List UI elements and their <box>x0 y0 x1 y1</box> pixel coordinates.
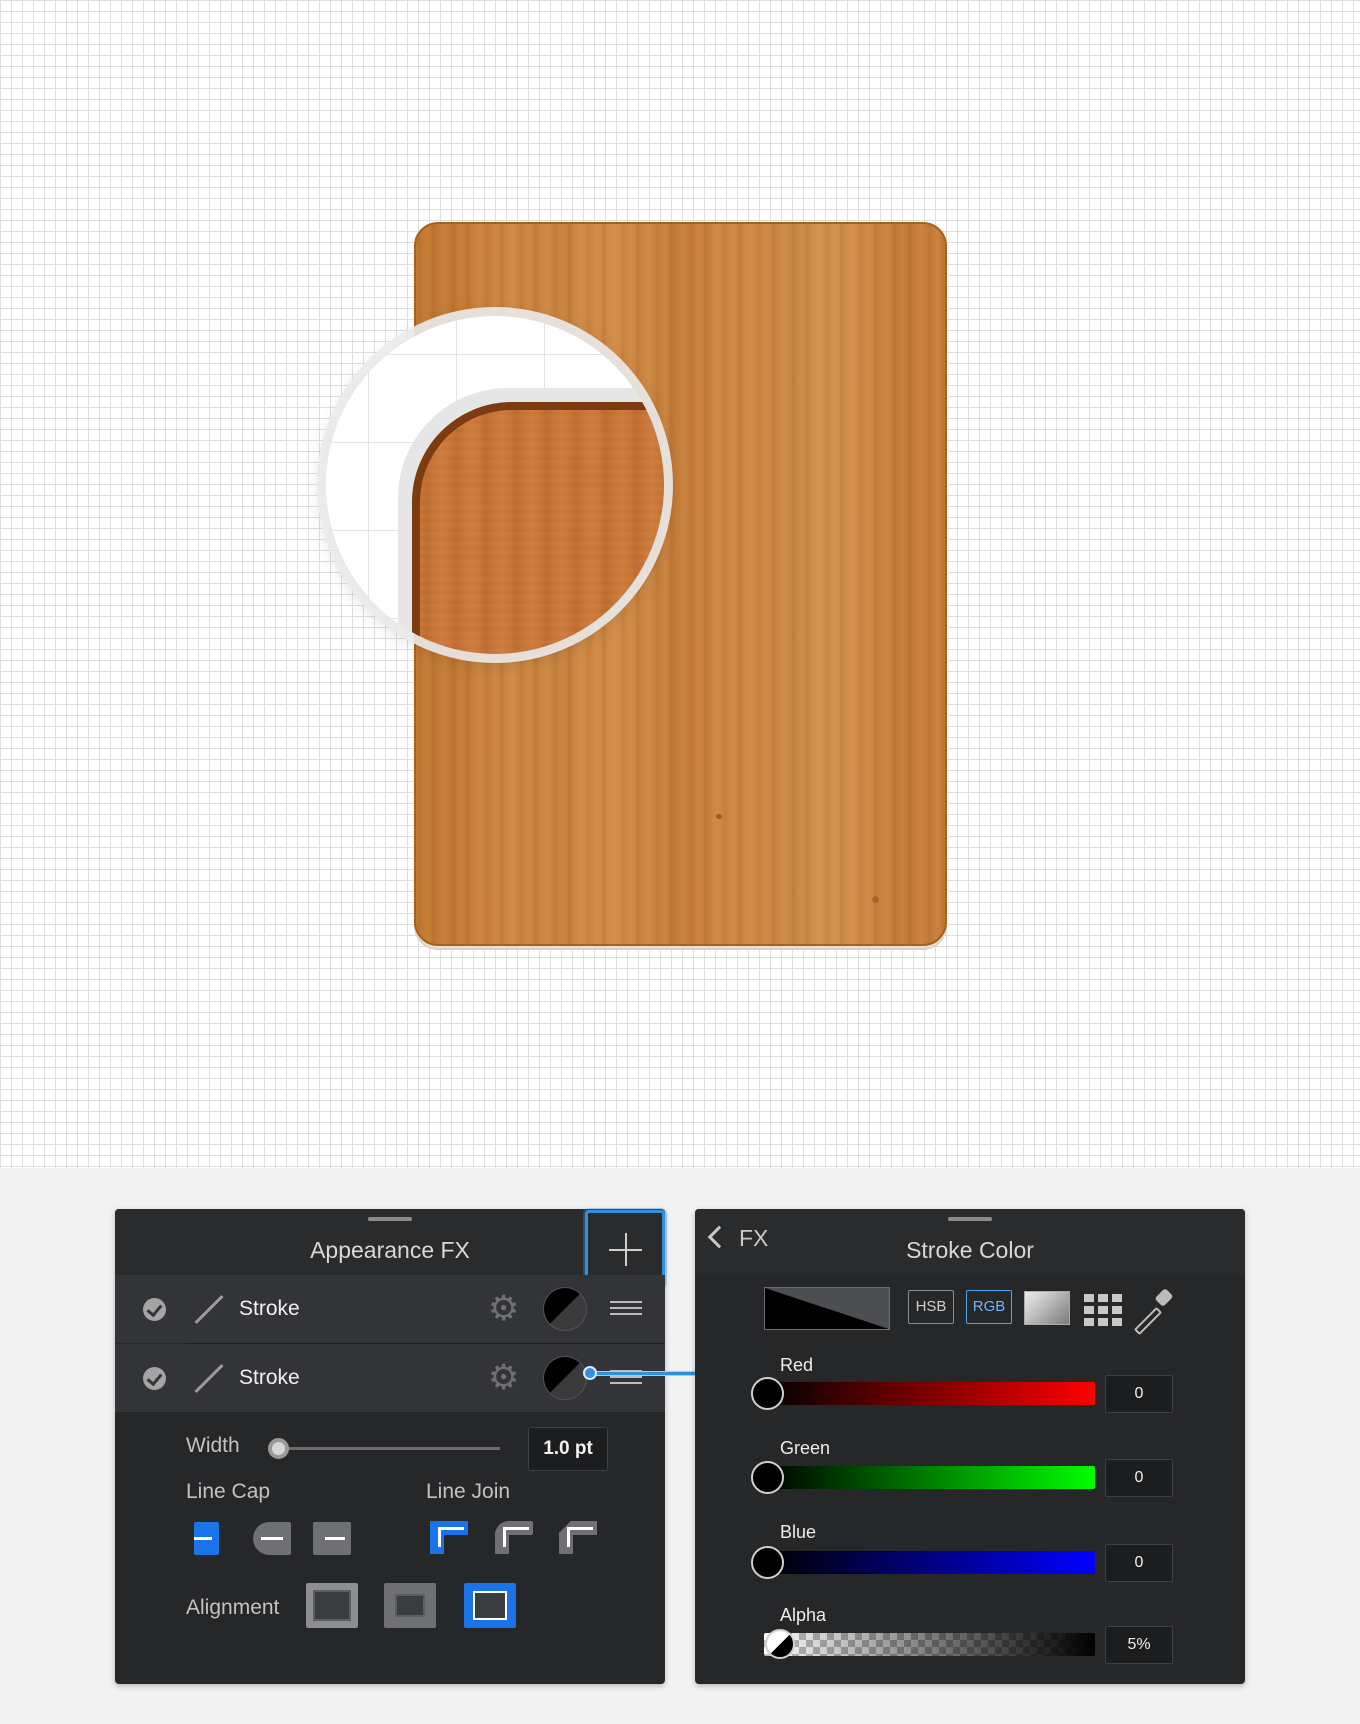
blue-slider-knob[interactable] <box>751 1546 784 1579</box>
bevel-join-button[interactable] <box>559 1521 597 1554</box>
appearance-fx-panel: Appearance FX Stroke ⚙ Stroke ⚙ Width 1.… <box>115 1209 665 1684</box>
width-label: Width <box>186 1434 240 1457</box>
width-slider-knob[interactable] <box>268 1438 289 1459</box>
gradient-icon[interactable] <box>1024 1291 1070 1325</box>
blue-label: Blue <box>780 1522 817 1542</box>
stroke-color-swatch[interactable] <box>543 1287 587 1331</box>
stroke-row-1[interactable]: Stroke ⚙ <box>115 1275 665 1343</box>
corner-wood-detail <box>412 402 664 654</box>
stroke-row-2[interactable]: Stroke ⚙ <box>115 1344 665 1412</box>
red-label: Red <box>780 1355 814 1375</box>
alpha-slider-knob[interactable] <box>765 1629 795 1659</box>
alpha-slider-track[interactable] <box>764 1633 1095 1656</box>
red-slider-knob[interactable] <box>751 1377 784 1410</box>
check-icon[interactable] <box>143 1298 166 1321</box>
stroke-line-icon <box>194 1295 224 1324</box>
link-connector-dot <box>583 1366 597 1380</box>
stroke-label: Stroke <box>239 1366 300 1389</box>
round-join-button[interactable] <box>495 1521 533 1554</box>
alpha-value-field[interactable]: 5% <box>1105 1626 1173 1664</box>
zoom-magnifier <box>326 316 664 654</box>
stroke-color-panel: FX Stroke Color HSB RGB Red 0 Green 0 Bl… <box>695 1209 1245 1684</box>
hsb-mode-button[interactable]: HSB <box>908 1290 954 1324</box>
align-center-button[interactable] <box>384 1583 436 1628</box>
drag-handle[interactable] <box>948 1217 992 1221</box>
align-outside-button[interactable] <box>464 1583 516 1628</box>
alignment-label: Alignment <box>186 1596 280 1619</box>
appearance-panel-header: Appearance FX <box>115 1209 665 1275</box>
rgb-mode-button[interactable]: RGB <box>966 1290 1012 1324</box>
width-slider-track[interactable] <box>270 1447 500 1450</box>
panel-title: Appearance FX <box>310 1237 470 1263</box>
red-slider-track[interactable] <box>764 1382 1095 1405</box>
blue-value-field[interactable]: 0 <box>1105 1544 1173 1582</box>
swatches-icon[interactable] <box>1084 1292 1126 1326</box>
panel-title: Stroke Color <box>906 1237 1034 1263</box>
blue-slider-track[interactable] <box>764 1551 1095 1574</box>
check-icon[interactable] <box>143 1367 166 1390</box>
green-slider-track[interactable] <box>764 1466 1095 1489</box>
drag-handle[interactable] <box>368 1217 412 1221</box>
alpha-label: Alpha <box>780 1605 827 1625</box>
projecting-cap-button[interactable] <box>313 1522 351 1555</box>
green-value-field[interactable]: 0 <box>1105 1459 1173 1497</box>
green-label: Green <box>780 1438 831 1458</box>
align-inside-button[interactable] <box>306 1583 358 1628</box>
stroke-color-header: FX Stroke Color <box>695 1209 1245 1275</box>
stroke-color-preview <box>764 1287 890 1330</box>
red-value-field[interactable]: 0 <box>1105 1375 1173 1413</box>
round-cap-button[interactable] <box>253 1522 291 1555</box>
stroke-color-swatch[interactable] <box>543 1356 587 1400</box>
line-cap-label: Line Cap <box>186 1480 271 1503</box>
green-slider-knob[interactable] <box>751 1461 784 1494</box>
gear-icon[interactable]: ⚙ <box>488 1292 519 1327</box>
stroke-label: Stroke <box>239 1297 300 1320</box>
butt-cap-button[interactable] <box>194 1522 219 1555</box>
miter-join-button[interactable] <box>430 1521 468 1554</box>
link-connector <box>588 1371 695 1376</box>
menu-icon[interactable] <box>610 1301 642 1315</box>
stroke-line-icon <box>194 1364 224 1393</box>
line-join-label: Line Join <box>426 1480 511 1503</box>
width-value-field[interactable]: 1.0 pt <box>528 1427 608 1471</box>
gear-icon[interactable]: ⚙ <box>488 1361 519 1396</box>
